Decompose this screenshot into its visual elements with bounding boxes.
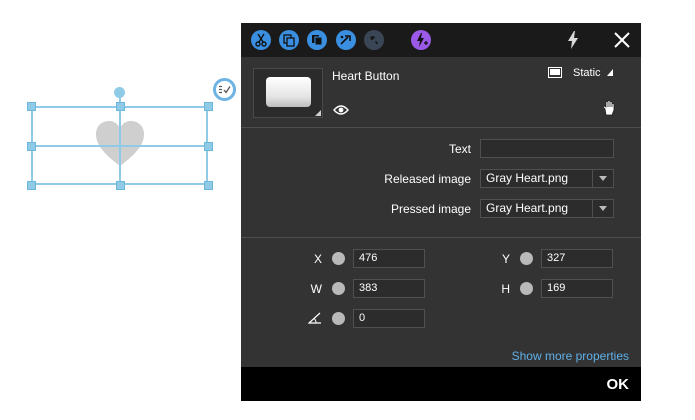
h-lock-toggle[interactable] xyxy=(520,282,533,295)
show-more-properties-link[interactable]: Show more properties xyxy=(512,349,629,363)
released-image-value: Gray Heart.png xyxy=(486,171,569,185)
resize-handle-bottom[interactable] xyxy=(116,181,125,190)
text-input[interactable] xyxy=(480,139,614,158)
h-input[interactable]: 169 xyxy=(541,279,613,298)
close-icon[interactable] xyxy=(613,31,631,49)
w-lock-toggle[interactable] xyxy=(332,282,345,295)
pressed-image-label: Pressed image xyxy=(390,202,471,216)
auto-actions-icon[interactable] xyxy=(336,30,356,50)
widget-name[interactable]: Heart Button xyxy=(332,69,399,83)
angle-lock-toggle[interactable] xyxy=(332,312,345,325)
resize-handle-top-left[interactable] xyxy=(27,102,36,111)
resize-handle-top-right[interactable] xyxy=(204,102,213,111)
panel-footer: OK xyxy=(241,367,641,401)
y-lock-toggle[interactable] xyxy=(520,252,533,265)
cut-icon[interactable] xyxy=(251,30,271,50)
ok-button[interactable]: OK xyxy=(607,376,630,393)
mode-selector-label[interactable]: Static xyxy=(573,67,601,79)
x-lock-toggle[interactable] xyxy=(332,252,345,265)
x-label: X xyxy=(313,252,322,266)
released-image-label: Released image xyxy=(384,172,471,186)
x-input[interactable]: 476 xyxy=(353,249,425,268)
resize-handle-bottom-left[interactable] xyxy=(27,181,36,190)
properties-panel: Heart Button Static Text Released image … xyxy=(241,23,641,401)
w-label: W xyxy=(310,282,322,296)
released-image-select[interactable]: Gray Heart.png xyxy=(480,169,614,188)
y-label: Y xyxy=(501,252,510,266)
add-action-icon[interactable] xyxy=(411,30,431,50)
resize-handle-left[interactable] xyxy=(27,142,36,151)
section-divider xyxy=(241,237,641,238)
preview-expand-icon xyxy=(315,110,321,116)
y-input[interactable]: 327 xyxy=(541,249,613,268)
hand-cursor-icon xyxy=(602,100,615,116)
chevron-down-icon[interactable] xyxy=(592,200,613,217)
chevron-down-icon[interactable] xyxy=(592,170,613,187)
eye-icon[interactable] xyxy=(333,104,349,116)
angle-icon xyxy=(308,312,321,324)
button-preview-image xyxy=(266,77,311,107)
panel-toolbar xyxy=(241,23,641,57)
mode-caret-icon[interactable] xyxy=(607,69,613,76)
web-icon[interactable] xyxy=(364,30,384,50)
rotation-handle[interactable] xyxy=(114,87,125,98)
flash-icon[interactable] xyxy=(567,31,579,49)
duplicate-icon[interactable] xyxy=(307,30,327,50)
static-mode-icon xyxy=(548,67,562,78)
resize-handle-top[interactable] xyxy=(116,102,125,111)
pressed-image-select[interactable]: Gray Heart.png xyxy=(480,199,614,218)
section-divider xyxy=(241,127,641,128)
resize-handle-bottom-right[interactable] xyxy=(204,181,213,190)
text-label: Text xyxy=(448,142,471,156)
list-check-icon[interactable] xyxy=(213,78,236,101)
h-label: H xyxy=(501,282,510,296)
pressed-image-value: Gray Heart.png xyxy=(486,201,569,215)
widget-preview[interactable] xyxy=(253,68,323,118)
vertical-guide xyxy=(119,106,121,185)
resize-handle-right[interactable] xyxy=(204,142,213,151)
copy-icon[interactable] xyxy=(279,30,299,50)
w-input[interactable]: 383 xyxy=(353,279,425,298)
angle-input[interactable]: 0 xyxy=(353,309,425,328)
